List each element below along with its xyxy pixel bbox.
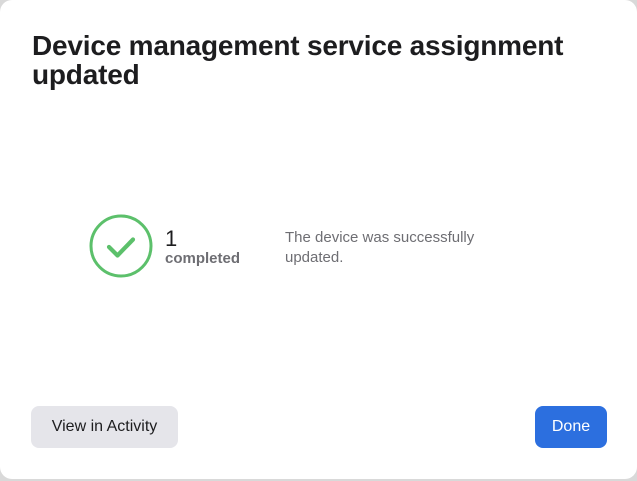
- completed-label: completed: [165, 250, 241, 267]
- done-button[interactable]: Done: [535, 406, 607, 448]
- view-in-activity-button[interactable]: View in Activity: [31, 406, 178, 448]
- checkmark-circle-icon: [89, 214, 153, 278]
- completed-count: 1: [165, 226, 178, 251]
- dialog-title: Device management service assignment upd…: [32, 30, 564, 90]
- result-message: The device was successfully updated.: [285, 229, 475, 266]
- dialog: Device management service assignment upd…: [0, 0, 637, 479]
